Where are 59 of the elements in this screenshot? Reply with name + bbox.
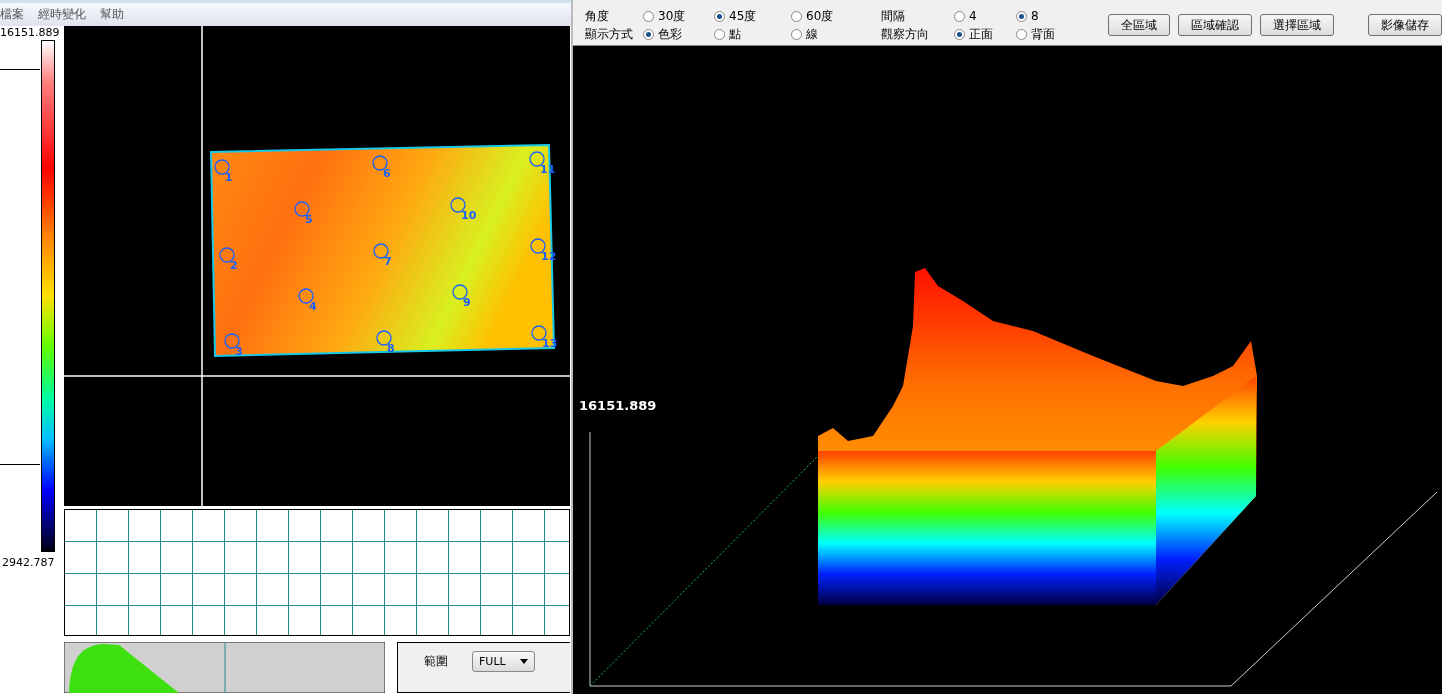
marker-label: 1 xyxy=(225,171,233,184)
option-group-label: 間隔 xyxy=(881,8,906,25)
measurement-circle xyxy=(214,159,230,175)
toolbar-button[interactable]: 選擇區域 xyxy=(1260,14,1334,36)
toolbar-button[interactable]: 區域確認 xyxy=(1178,14,1252,36)
range-dropdown[interactable]: FULL xyxy=(472,651,535,672)
measurement-circle xyxy=(452,284,468,300)
radio-button[interactable] xyxy=(954,11,965,22)
measurement-circle xyxy=(530,238,546,254)
scale-max-value: 16151.889 xyxy=(0,26,60,39)
radio-option[interactable]: 8 xyxy=(1016,8,1096,25)
radio-option[interactable]: 60度 xyxy=(791,8,881,25)
marker-label: 4 xyxy=(309,300,317,313)
radio-option[interactable]: 色彩 xyxy=(643,26,714,43)
radio-option[interactable]: 4 xyxy=(954,8,1016,25)
option-group-label: 觀察方向 xyxy=(881,26,930,43)
radio-button[interactable] xyxy=(643,29,654,40)
menu-item[interactable]: 經時變化 xyxy=(38,6,86,23)
radio-option[interactable]: 點 xyxy=(714,26,791,43)
measurement-circle xyxy=(372,155,388,171)
toolbar-button[interactable]: 影像儲存 xyxy=(1368,14,1442,36)
option-group-label: 顯示方式 xyxy=(585,26,634,43)
marker-label: 10 xyxy=(461,209,477,222)
measurement-circle xyxy=(294,201,310,217)
radio-option[interactable]: 45度 xyxy=(714,8,791,25)
scale-min-value: 2942.787 xyxy=(2,556,55,569)
measurement-circle xyxy=(298,288,314,304)
radio-option[interactable]: 線 xyxy=(791,26,881,43)
marker-label: 3 xyxy=(235,345,243,358)
menu-item[interactable]: 檔案 xyxy=(0,6,24,23)
marker-label: 5 xyxy=(305,213,313,226)
measurement-circle xyxy=(450,197,466,213)
marker-label: 9 xyxy=(463,296,471,309)
radio-button[interactable] xyxy=(954,29,965,40)
option-group-label: 角度 xyxy=(585,8,610,25)
radio-button[interactable] xyxy=(1016,11,1027,22)
marker-label: 7 xyxy=(384,255,392,268)
marker-label: 2 xyxy=(230,259,238,272)
plot-max-value: 16151.889 xyxy=(579,398,657,413)
radio-option[interactable]: 正面 xyxy=(954,26,1016,43)
menu-item[interactable]: 幫助 xyxy=(100,6,124,23)
radio-button[interactable] xyxy=(791,11,802,22)
measurement-circle xyxy=(224,333,240,349)
caret-icon xyxy=(519,659,528,664)
radio-button[interactable] xyxy=(714,29,725,40)
toolbar-button[interactable]: 全區域 xyxy=(1108,14,1170,36)
radio-button[interactable] xyxy=(643,11,654,22)
marker-label: 6 xyxy=(383,167,391,180)
measurement-circle xyxy=(219,247,235,263)
measurement-circle xyxy=(531,325,547,341)
measurement-circle xyxy=(373,243,389,259)
radio-option[interactable]: 30度 xyxy=(643,8,714,25)
radio-option[interactable]: 背面 xyxy=(1016,26,1096,43)
range-label: 範圍 xyxy=(424,653,448,670)
radio-button[interactable] xyxy=(714,11,725,22)
radio-button[interactable] xyxy=(1016,29,1027,40)
measurement-circle xyxy=(376,330,392,346)
measurement-circle xyxy=(529,151,545,167)
radio-button[interactable] xyxy=(791,29,802,40)
